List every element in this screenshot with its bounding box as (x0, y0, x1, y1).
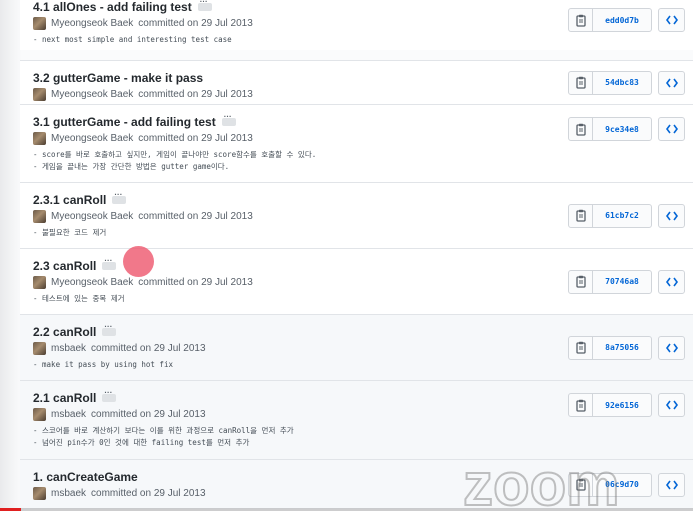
browse-repository-button[interactable] (658, 8, 685, 32)
expand-message-button[interactable] (112, 190, 127, 204)
commit-date: committed on 29 Jul 2013 (138, 89, 253, 100)
code-icon (665, 15, 678, 25)
commit-title[interactable]: 3.2 gutterGame - make it pass (33, 71, 203, 85)
commit-description: - 테스트에 있는 중복 제거 (33, 294, 125, 303)
expand-message-button[interactable] (197, 0, 212, 11)
commit-date: committed on 29 Jul 2013 (91, 409, 206, 420)
commit-list: 4.1 allOnes - add failing test Myeongseo… (20, 0, 693, 509)
commit-author[interactable]: msbaek (51, 488, 86, 499)
svg-text:zoom: zoom (463, 455, 620, 511)
commit-description: - make it pass by using hot fix (33, 360, 173, 369)
avatar[interactable] (33, 132, 46, 145)
commit-date: committed on 29 Jul 2013 (91, 343, 206, 354)
browse-repository-button[interactable] (658, 269, 685, 294)
clipboard-icon[interactable] (569, 336, 593, 359)
commit-date: committed on 29 Jul 2013 (91, 488, 206, 499)
clipboard-icon[interactable] (569, 9, 593, 31)
commit-author[interactable]: Myeongseok Baek (51, 89, 133, 100)
code-icon (665, 211, 678, 220)
code-icon (665, 343, 678, 352)
commit-sha-link[interactable]: 70746a8 (593, 271, 651, 293)
commit-item: 2.2 canRoll msbaek committed on 29 Jul 2… (20, 314, 693, 380)
commit-author[interactable]: Myeongseok Baek (51, 211, 133, 222)
commit-date: committed on 29 Jul 2013 (138, 133, 253, 144)
commit-title[interactable]: 1. canCreateGame (33, 470, 138, 484)
commit-sha-link[interactable]: 54dbc83 (593, 72, 651, 94)
commit-author[interactable]: Myeongseok Baek (51, 18, 133, 29)
avatar[interactable] (33, 342, 46, 355)
browse-repository-button[interactable] (658, 335, 685, 360)
commit-sha-link[interactable]: 61cb7c2 (593, 205, 651, 227)
browse-repository-button[interactable] (658, 70, 685, 95)
browse-repository-button[interactable] (658, 203, 685, 228)
expand-message-button[interactable] (102, 388, 117, 402)
commit-title[interactable]: 2.2 canRoll (33, 325, 96, 339)
browse-repository-button[interactable] (658, 117, 685, 141)
commit-item: 2.3 canRoll Myeongseok Baek committed on… (20, 248, 693, 314)
sha-button-group: 92e6156 (568, 393, 652, 417)
code-icon (665, 78, 678, 87)
commit-item: 3.1 gutterGame - add failing test Myeong… (20, 104, 693, 182)
commit-author[interactable]: Myeongseok Baek (51, 133, 133, 144)
commit-author[interactable]: Myeongseok Baek (51, 277, 133, 288)
commit-author[interactable]: msbaek (51, 343, 86, 354)
pointer-highlight (123, 246, 154, 277)
code-icon (665, 277, 678, 286)
clipboard-icon[interactable] (569, 270, 593, 293)
commit-date: committed on 29 Jul 2013 (138, 211, 253, 222)
sha-button-group: 61cb7c2 (568, 203, 652, 228)
commit-sha-link[interactable]: 8a75056 (593, 337, 651, 359)
commit-item: 2.1 canRoll msbaek committed on 29 Jul 2… (20, 380, 693, 459)
browse-repository-button[interactable] (658, 393, 685, 417)
avatar[interactable] (33, 408, 46, 421)
commit-item: 4.1 allOnes - add failing test Myeongseo… (20, 0, 693, 50)
sha-button-group: edd0d7b (568, 8, 652, 32)
commit-sha-link[interactable]: 92e6156 (593, 394, 651, 416)
commit-item: 3.2 gutterGame - make it pass Myeongseok… (20, 60, 693, 104)
commit-sha-link[interactable]: 9ce34e8 (593, 118, 651, 140)
clipboard-icon[interactable] (569, 118, 593, 140)
code-icon (665, 124, 678, 134)
commit-title[interactable]: 4.1 allOnes - add failing test (33, 0, 192, 14)
commit-title[interactable]: 3.1 gutterGame - add failing test (33, 115, 216, 129)
expand-message-button[interactable] (102, 256, 117, 270)
commit-item: 2.3.1 canRoll Myeongseok Baek committed … (20, 182, 693, 248)
commit-description: - next most simple and interesting test … (33, 35, 232, 44)
commit-author[interactable]: msbaek (51, 409, 86, 420)
clipboard-icon[interactable] (569, 204, 593, 227)
expand-message-button[interactable] (102, 322, 117, 336)
avatar[interactable] (33, 210, 46, 223)
sha-button-group: 70746a8 (568, 269, 652, 294)
commit-sha-link[interactable]: edd0d7b (593, 9, 651, 31)
clipboard-icon[interactable] (569, 394, 593, 416)
expand-message-button[interactable] (221, 112, 236, 126)
left-shadow (0, 0, 22, 511)
zoom-watermark: zoom (463, 455, 621, 511)
commit-title[interactable]: 2.3 canRoll (33, 259, 96, 273)
clipboard-icon[interactable] (569, 71, 593, 94)
avatar[interactable] (33, 88, 46, 101)
commit-date: committed on 29 Jul 2013 (138, 277, 253, 288)
screen: 4.1 allOnes - add failing test Myeongseo… (0, 0, 693, 511)
commit-title[interactable]: 2.3.1 canRoll (33, 193, 106, 207)
code-icon (665, 400, 678, 410)
sha-button-group: 54dbc83 (568, 70, 652, 95)
commit-description: - 불필요한 코드 제거 (33, 228, 107, 237)
commit-title[interactable]: 2.1 canRoll (33, 391, 96, 405)
commit-description: - score를 바로 호출하고 싶지만, 게임이 끝나야만 score함수를 … (33, 150, 317, 171)
avatar[interactable] (33, 276, 46, 289)
avatar[interactable] (33, 17, 46, 30)
sha-button-group: 9ce34e8 (568, 117, 652, 141)
commit-description: - 스코어를 바로 계산하기 보다는 이를 위한 과정으로 canRoll을 먼… (33, 426, 294, 447)
sha-button-group: 8a75056 (568, 335, 652, 360)
commit-date: committed on 29 Jul 2013 (138, 18, 253, 29)
avatar[interactable] (33, 487, 46, 500)
